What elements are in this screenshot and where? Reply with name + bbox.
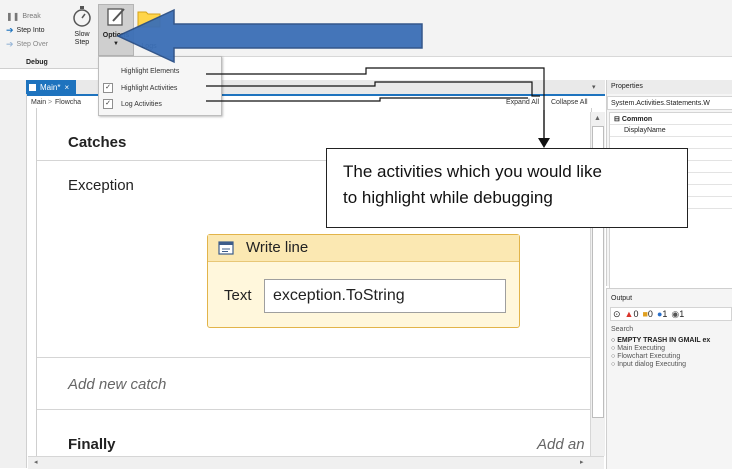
connector-line (206, 67, 545, 110)
callout-line-1: The activities which you would like (343, 162, 602, 181)
connector-line (206, 81, 540, 97)
callout-line-2: to highlight while debugging (343, 188, 553, 207)
connector-line (206, 97, 528, 102)
annotation-callout: The activities which you would like to h… (326, 148, 688, 228)
pointer-arrow-icon (116, 8, 423, 64)
annotation-overlay (116, 8, 550, 148)
arrowhead-icon (538, 138, 550, 148)
